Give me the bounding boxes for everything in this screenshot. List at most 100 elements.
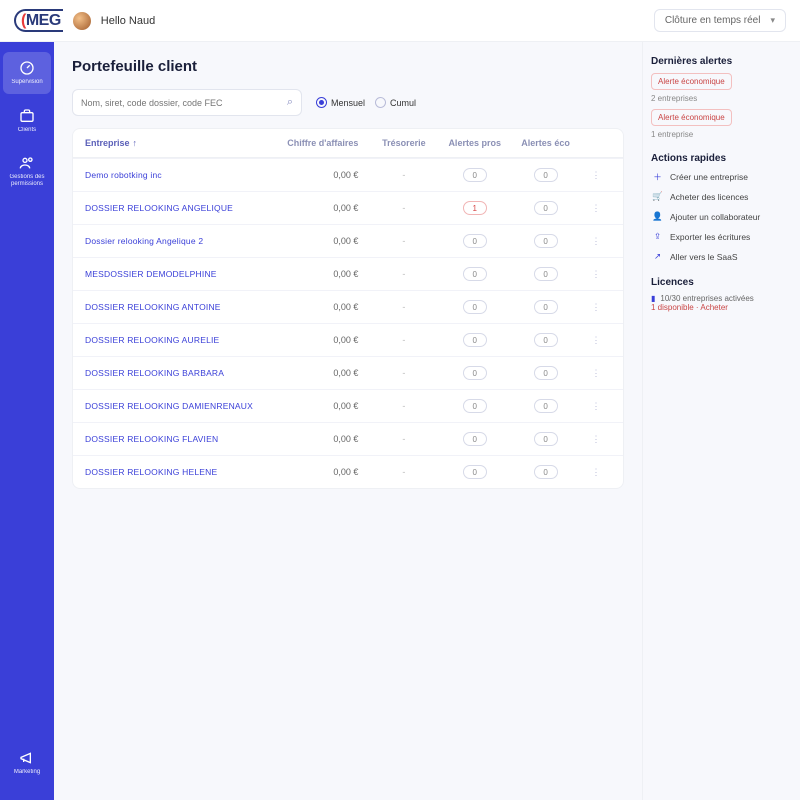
- table-row[interactable]: DOSSIER RELOOKING ANTOINE0,00 €-00⋮: [73, 290, 623, 323]
- filter-row: ⌕ Mensuel Cumul: [72, 89, 624, 116]
- row-more-icon[interactable]: ⋮: [581, 236, 611, 247]
- sidebar-item-clients[interactable]: Clients: [3, 100, 51, 142]
- row-chiffre: 0,00 €: [280, 368, 369, 378]
- col-chiffre[interactable]: Chiffre d'affaires: [280, 138, 369, 148]
- greeting-text: Hello Naud: [101, 15, 155, 27]
- quick-action-item[interactable]: ↗Aller vers le SaaS: [651, 250, 790, 263]
- alert-eco-pill[interactable]: 0: [534, 168, 558, 182]
- quick-action-item[interactable]: 🛒 Acheter des licences: [651, 190, 790, 203]
- row-tresorerie: -: [368, 368, 439, 378]
- table-row[interactable]: MESDOSSIER DEMODELPHINE0,00 €-00⋮: [73, 257, 623, 290]
- row-tresorerie: -: [368, 467, 439, 477]
- table-row[interactable]: Dossier relooking Angelique 20,00 €-00⋮: [73, 224, 623, 257]
- users-icon: [19, 155, 35, 171]
- quick-action-icon: ↗: [651, 250, 664, 263]
- alert-eco-pill[interactable]: 0: [534, 399, 558, 413]
- table-row[interactable]: DOSSIER RELOOKING ANGELIQUE0,00 €-10⋮: [73, 191, 623, 224]
- search-input[interactable]: [81, 98, 281, 108]
- sidebar-item-label: Supervision: [11, 79, 42, 86]
- alert-pros-pill[interactable]: 0: [463, 333, 487, 347]
- sidebar-item-supervision[interactable]: Supervision: [3, 52, 51, 94]
- row-name: Demo robotking inc: [85, 170, 280, 180]
- period-dropdown-label: Clôture en temps réel: [665, 15, 761, 26]
- alert-chip[interactable]: Alerte économique: [651, 109, 732, 126]
- sidebar-item-permissions[interactable]: Gestions des permissions: [3, 147, 51, 195]
- table-row[interactable]: DOSSIER RELOOKING AURELIE0,00 €-00⋮: [73, 323, 623, 356]
- search-input-wrapper[interactable]: ⌕: [72, 89, 302, 116]
- radio-mensuel[interactable]: Mensuel: [316, 97, 365, 108]
- col-entreprise[interactable]: Entreprise ↑: [85, 138, 280, 148]
- alert-eco-pill[interactable]: 0: [534, 267, 558, 281]
- radio-dot-icon: [316, 97, 327, 108]
- quick-action-item[interactable]: ＋Créer une entreprise: [651, 170, 790, 183]
- row-more-icon[interactable]: ⋮: [581, 269, 611, 280]
- row-name: DOSSIER RELOOKING ANTOINE: [85, 302, 280, 312]
- main-content: Portefeuille client ⌕ Mensuel Cumul: [54, 42, 642, 800]
- alert-eco-pill[interactable]: 0: [534, 234, 558, 248]
- table-row[interactable]: DOSSIER RELOOKING FLAVIEN0,00 €-00⋮: [73, 422, 623, 455]
- row-tresorerie: -: [368, 335, 439, 345]
- table-header: Entreprise ↑ Chiffre d'affaires Trésorer…: [73, 129, 623, 158]
- avatar[interactable]: [73, 12, 91, 30]
- quick-action-label: Acheter des licences: [670, 192, 748, 202]
- licences-buy-link[interactable]: 1 disponible · Acheter: [651, 303, 790, 312]
- alert-eco-pill[interactable]: 0: [534, 300, 558, 314]
- row-more-icon[interactable]: ⋮: [581, 302, 611, 313]
- alert-eco-pill[interactable]: 0: [534, 465, 558, 479]
- alert-eco-pill[interactable]: 0: [534, 366, 558, 380]
- sidebar: Supervision Clients Gestions des permiss…: [0, 42, 54, 800]
- row-more-icon[interactable]: ⋮: [581, 434, 611, 445]
- alert-pros-pill[interactable]: 0: [463, 432, 487, 446]
- row-chiffre: 0,00 €: [280, 269, 369, 279]
- radio-cumul[interactable]: Cumul: [375, 97, 416, 108]
- alert-pros-pill[interactable]: 0: [463, 300, 487, 314]
- briefcase-icon: [19, 108, 35, 124]
- quick-action-icon: ⇪: [651, 230, 664, 243]
- alert-eco-pill[interactable]: 0: [534, 432, 558, 446]
- row-name: DOSSIER RELOOKING ANGELIQUE: [85, 203, 280, 213]
- alert-pros-pill[interactable]: 0: [463, 267, 487, 281]
- page-title: Portefeuille client: [72, 58, 624, 75]
- row-name: Dossier relooking Angelique 2: [85, 236, 280, 246]
- alert-pros-pill[interactable]: 0: [463, 465, 487, 479]
- alert-sub: 1 entreprise: [651, 130, 790, 139]
- row-more-icon[interactable]: ⋮: [581, 401, 611, 412]
- quick-action-item[interactable]: ⇪Exporter les écritures: [651, 230, 790, 243]
- row-chiffre: 0,00 €: [280, 203, 369, 213]
- period-dropdown[interactable]: Clôture en temps réel ▾: [654, 9, 786, 32]
- table-row[interactable]: DOSSIER RELOOKING DAMIENRENAUX0,00 €-00⋮: [73, 389, 623, 422]
- col-alertes-eco[interactable]: Alertes éco: [510, 138, 581, 148]
- alert-pros-pill[interactable]: 0: [463, 168, 487, 182]
- table-row[interactable]: DOSSIER RELOOKING HELENE0,00 €-00⋮: [73, 455, 623, 488]
- row-chiffre: 0,00 €: [280, 401, 369, 411]
- row-more-icon[interactable]: ⋮: [581, 170, 611, 181]
- quick-action-item[interactable]: 👤Ajouter un collaborateur: [651, 210, 790, 223]
- quick-action-icon: ＋: [651, 170, 664, 183]
- table-row[interactable]: Demo robotking inc0,00 €-00⋮: [73, 158, 623, 191]
- row-name: DOSSIER RELOOKING BARBARA: [85, 368, 280, 378]
- sidebar-item-label: Marketing: [14, 769, 40, 776]
- row-more-icon[interactable]: ⋮: [581, 203, 611, 214]
- row-more-icon[interactable]: ⋮: [581, 467, 611, 478]
- sidebar-item-marketing[interactable]: Marketing: [3, 742, 51, 784]
- table-row[interactable]: DOSSIER RELOOKING BARBARA0,00 €- 0 0 ⋮: [73, 356, 623, 389]
- alert-pros-pill[interactable]: 1: [463, 201, 487, 215]
- col-tresorerie[interactable]: Trésorerie: [368, 138, 439, 148]
- quick-actions-section: Actions rapides ＋Créer une entreprise🛒Ac…: [651, 153, 790, 263]
- quick-action-icon: 🛒: [651, 190, 664, 203]
- row-more-icon[interactable]: ⋮: [581, 368, 611, 379]
- col-alertes-pros[interactable]: Alertes pros: [439, 138, 510, 148]
- alert-chip[interactable]: Alerte économique: [651, 73, 732, 90]
- row-more-icon[interactable]: ⋮: [581, 335, 611, 346]
- row-tresorerie: -: [368, 401, 439, 411]
- radio-label: Mensuel: [331, 98, 365, 108]
- alert-pros-pill[interactable]: 0: [463, 399, 487, 413]
- megaphone-icon: [19, 750, 35, 766]
- chevron-down-icon: ▾: [770, 15, 775, 26]
- alert-eco-pill[interactable]: 0: [534, 201, 558, 215]
- alert-pros-pill[interactable]: 0: [463, 234, 487, 248]
- alert-pros-pill[interactable]: 0: [463, 366, 487, 380]
- alert-eco-pill[interactable]: 0: [534, 333, 558, 347]
- row-name: DOSSIER RELOOKING HELENE: [85, 467, 280, 477]
- client-table: Entreprise ↑ Chiffre d'affaires Trésorer…: [72, 128, 624, 489]
